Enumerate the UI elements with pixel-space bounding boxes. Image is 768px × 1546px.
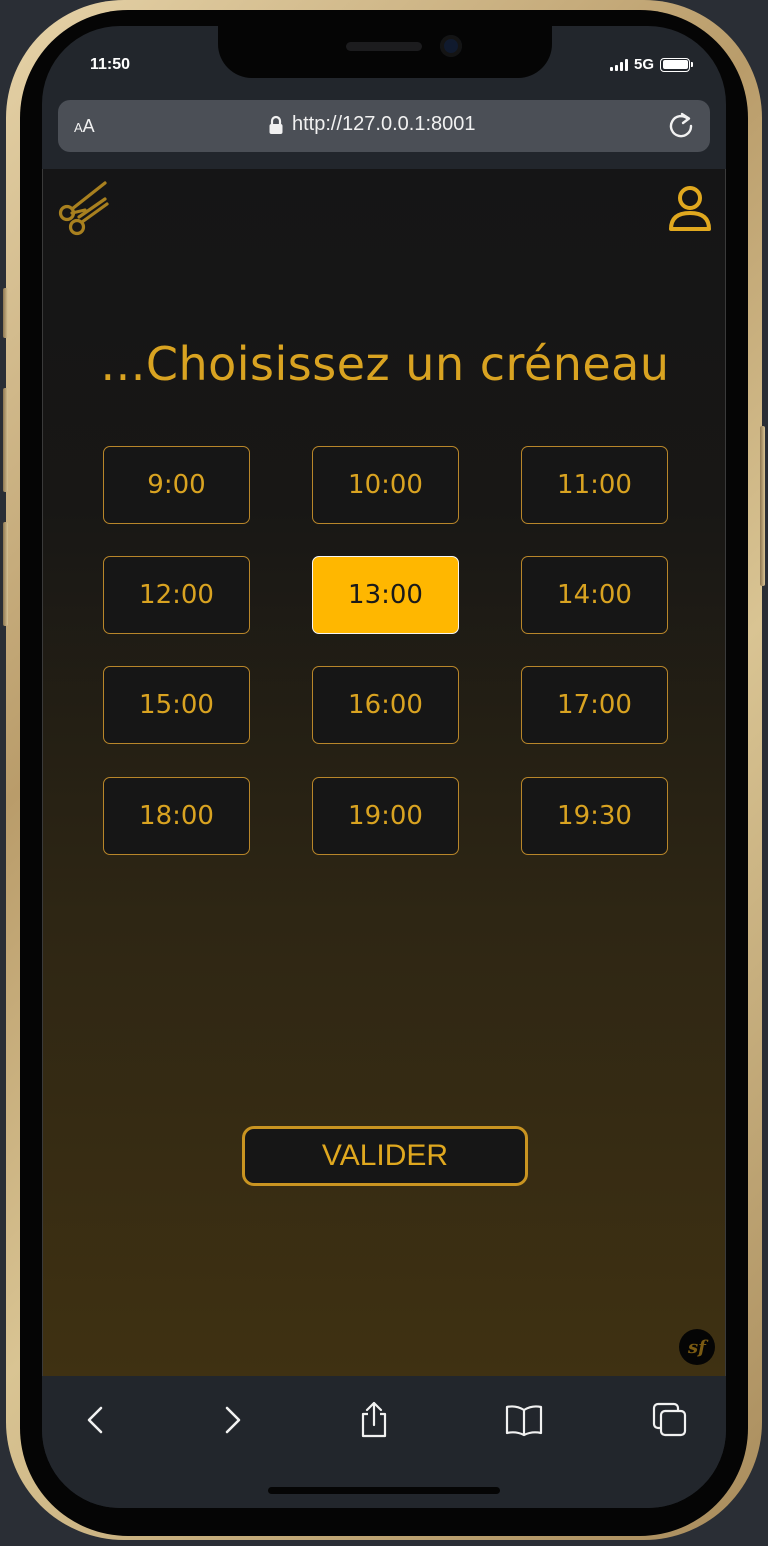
user-icon[interactable] bbox=[667, 183, 713, 233]
front-camera bbox=[440, 35, 462, 57]
power-button bbox=[760, 426, 765, 586]
browser-toolbar bbox=[42, 1376, 726, 1508]
status-time: 11:50 bbox=[90, 56, 131, 73]
time-slot-14-00[interactable]: 14:00 bbox=[521, 556, 668, 634]
bookmarks-icon[interactable] bbox=[504, 1400, 544, 1440]
url-text: http://127.0.0.1:8001 bbox=[292, 113, 476, 135]
scissors-icon[interactable] bbox=[55, 179, 111, 239]
time-slot-19-30[interactable]: 19:30 bbox=[521, 777, 668, 855]
lock-icon bbox=[269, 115, 283, 134]
status-bar: 11:50 5G bbox=[42, 26, 726, 96]
symfony-debug-badge[interactable]: sf bbox=[679, 1329, 715, 1365]
text-size-button[interactable]: AA bbox=[74, 116, 95, 137]
volume-down-button bbox=[3, 522, 8, 626]
page-title: ...Choisissez un créneau bbox=[100, 337, 670, 391]
time-slot-10-00[interactable]: 10:00 bbox=[312, 446, 459, 524]
time-slot-13-00-selected[interactable]: 13:00 bbox=[312, 556, 459, 634]
time-slot-9-00[interactable]: 9:00 bbox=[103, 446, 250, 524]
back-icon[interactable] bbox=[76, 1400, 116, 1440]
time-slot-12-00[interactable]: 12:00 bbox=[103, 556, 250, 634]
time-slot-18-00[interactable]: 18:00 bbox=[103, 777, 250, 855]
notch bbox=[218, 26, 552, 78]
time-slot-11-00[interactable]: 11:00 bbox=[521, 446, 668, 524]
time-slot-19-00[interactable]: 19:00 bbox=[312, 777, 459, 855]
time-slot-grid: 9:00 10:00 11:00 12:00 13:00 14:00 15:00 16:00 1… bbox=[103, 446, 668, 856]
address-bar[interactable]: AA http://127.0.0.1:8001 bbox=[58, 100, 710, 152]
volume-up-button bbox=[3, 388, 8, 492]
url-display[interactable]: http://127.0.0.1:8001 bbox=[268, 113, 476, 136]
share-icon[interactable] bbox=[354, 1400, 394, 1440]
silent-switch bbox=[3, 288, 8, 338]
time-slot-16-00[interactable]: 16:00 bbox=[312, 666, 459, 744]
signal-icon bbox=[609, 58, 628, 71]
network-type: 5G bbox=[633, 56, 654, 73]
phone-screen: 11:50 5G AA http://127.0.0.1:8001 ...Cho… bbox=[42, 26, 726, 1508]
web-content: ...Choisissez un créneau 9:00 10:00 11:00 1… bbox=[42, 169, 726, 1376]
time-slot-17-00[interactable]: 17:00 bbox=[521, 666, 668, 744]
reload-icon[interactable] bbox=[666, 111, 696, 141]
earpiece-speaker bbox=[346, 42, 422, 51]
battery-icon bbox=[660, 57, 693, 72]
time-slot-15-00[interactable]: 15:00 bbox=[103, 666, 250, 744]
status-indicators: 5G bbox=[609, 56, 693, 73]
home-indicator bbox=[268, 1487, 500, 1494]
tabs-icon[interactable] bbox=[650, 1400, 690, 1440]
validate-button[interactable]: VALIDER bbox=[242, 1126, 528, 1186]
forward-icon[interactable] bbox=[212, 1400, 252, 1440]
